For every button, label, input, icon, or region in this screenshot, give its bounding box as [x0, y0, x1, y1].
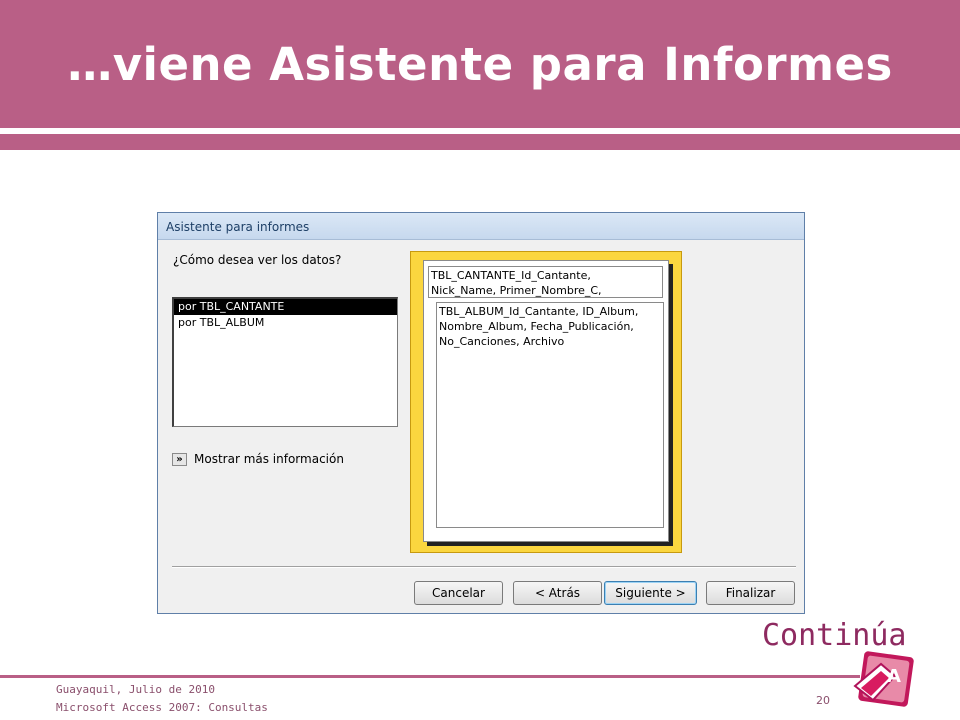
show-more-info[interactable]: » Mostrar más información	[172, 451, 344, 467]
chevron-double-right-icon[interactable]: »	[172, 452, 187, 466]
dialog-titlebar[interactable]: Asistente para informes	[158, 213, 804, 240]
title-underline	[0, 134, 960, 150]
cancel-button[interactable]: Cancelar	[414, 581, 503, 605]
view-by-listbox[interactable]: por TBL_CANTANTE por TBL_ALBUM	[172, 297, 398, 427]
preview-detail-line: No_Canciones, Archivo	[439, 335, 565, 348]
dialog-title: Asistente para informes	[166, 220, 310, 234]
footer-course-title: Microsoft Access 2007: Consultas	[56, 701, 268, 714]
report-preview-frame: TBL_CANTANTE_Id_Cantante, Nick_Name, Pri…	[410, 251, 682, 553]
back-button[interactable]: < Atrás	[513, 581, 602, 605]
button-separator	[172, 566, 796, 568]
preview-header-line: TBL_CANTANTE_Id_Cantante,	[431, 269, 591, 282]
access-logo-icon: A	[853, 651, 914, 707]
more-info-label[interactable]: Mostrar más información	[194, 452, 344, 466]
page-number: 20	[816, 694, 830, 707]
footer-rule	[0, 675, 860, 678]
next-button[interactable]: Siguiente >	[604, 581, 697, 605]
footer-location-date: Guayaquil, Julio de 2010	[56, 683, 215, 696]
list-item[interactable]: por TBL_ALBUM	[174, 315, 397, 331]
dialog-body: ¿Cómo desea ver los datos? por TBL_CANTA…	[161, 241, 801, 611]
preview-detail: TBL_ALBUM_Id_Cantante, ID_Album, Nombre_…	[436, 302, 664, 528]
title-band: …viene Asistente para Informes	[0, 0, 960, 128]
slide-title: …viene Asistente para Informes	[67, 38, 893, 91]
list-item[interactable]: por TBL_CANTANTE	[174, 299, 397, 315]
preview-detail-line: TBL_ALBUM_Id_Cantante, ID_Album,	[439, 305, 639, 318]
report-wizard-dialog: Asistente para informes ¿Cómo desea ver …	[157, 212, 805, 614]
preview-detail-line: Nombre_Album, Fecha_Publicación,	[439, 320, 634, 333]
svg-text:A: A	[887, 666, 901, 687]
preview-group-header: TBL_CANTANTE_Id_Cantante, Nick_Name, Pri…	[428, 266, 663, 298]
report-preview-page: TBL_CANTANTE_Id_Cantante, Nick_Name, Pri…	[423, 260, 669, 542]
preview-header-line: Nick_Name, Primer_Nombre_C,	[431, 284, 602, 297]
view-data-question: ¿Cómo desea ver los datos?	[173, 253, 342, 267]
finish-button[interactable]: Finalizar	[706, 581, 795, 605]
